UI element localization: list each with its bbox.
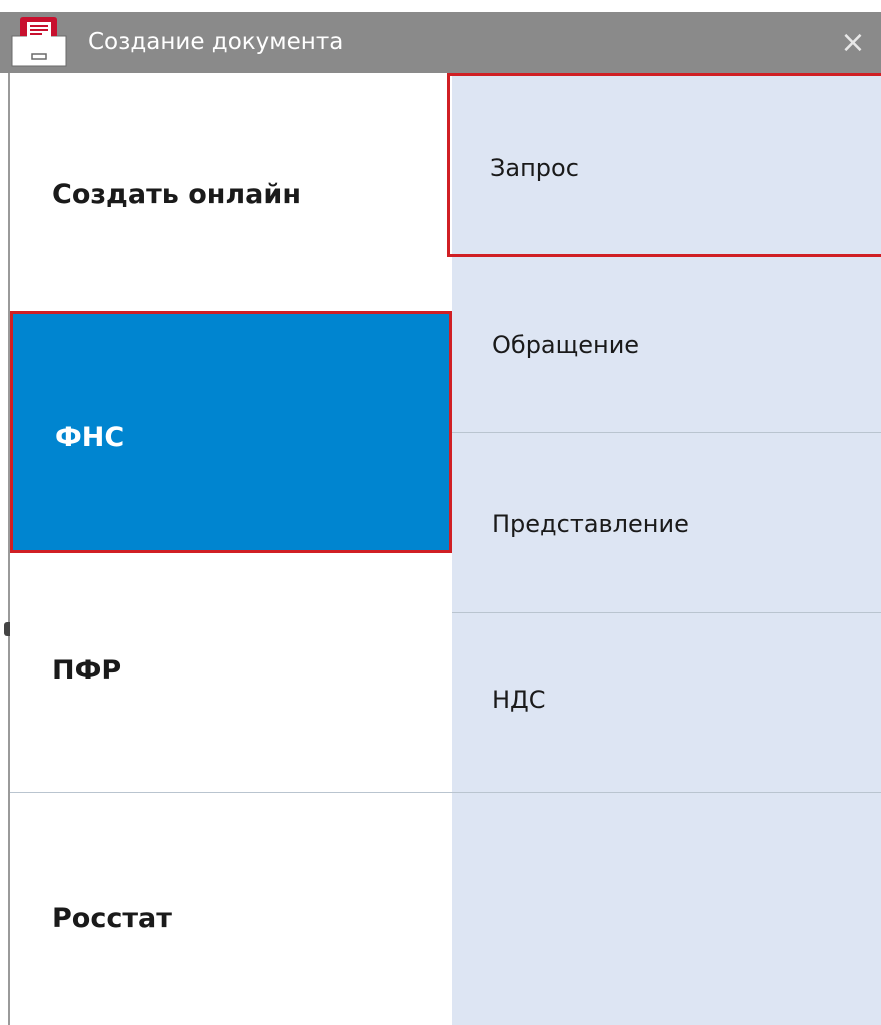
category-item-pfr[interactable]: ПФР (10, 553, 452, 793)
category-item-fns[interactable]: ФНС (10, 311, 452, 553)
category-label: Росстат (52, 903, 172, 934)
document-item-nds[interactable]: НДС (452, 613, 881, 792)
document-list: Запрос Обращение Представление НДС (447, 73, 881, 1025)
category-label: Создать онлайн (52, 179, 301, 210)
window-title: Создание документа (88, 29, 344, 55)
document-label: Обращение (492, 331, 640, 359)
document-label: Запрос (490, 154, 579, 182)
category-item-create-online[interactable]: Создать онлайн (10, 73, 452, 313)
document-item-predstavlenie[interactable]: Представление (452, 433, 881, 612)
category-item-rosstat[interactable]: Росстат (10, 793, 452, 1025)
title-bar: Создание документа × (0, 12, 881, 73)
category-list: Создать онлайн ФНС ПФР Росстат (10, 73, 452, 1025)
category-label: ФНС (55, 422, 125, 453)
close-icon[interactable]: × (825, 12, 881, 73)
document-item-zapros[interactable]: Запрос (447, 73, 881, 257)
document-label: Представление (492, 510, 689, 538)
document-item-obrashchenie[interactable]: Обращение (452, 257, 881, 432)
document-app-icon (11, 17, 67, 67)
document-label: НДС (492, 686, 546, 714)
category-label: ПФР (52, 655, 122, 686)
create-document-window: Создание документа × Создать онлайн ФНС … (0, 0, 881, 1025)
document-divider (452, 792, 881, 793)
